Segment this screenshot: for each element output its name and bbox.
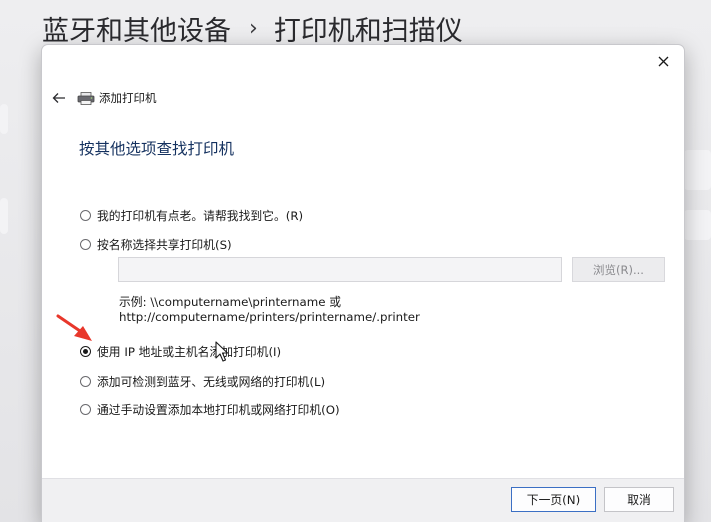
option-old-printer[interactable]: 我的打印机有点老。请帮我找到它。(R) [80,206,303,224]
breadcrumb-current: 打印机和扫描仪 [273,15,463,47]
printer-icon [77,91,95,105]
wizard-title: 添加打印机 [99,91,157,105]
radio-manual-local[interactable] [80,403,91,415]
wizard-nav: 添加打印机 [48,87,157,109]
cancel-button[interactable]: 取消 [604,487,674,512]
option-label: 我的打印机有点老。请帮我找到它。(R) [97,208,304,223]
bg-card-left-2 [0,198,8,234]
mouse-cursor-icon [215,341,229,362]
next-button[interactable]: 下一页(N) [511,487,596,512]
option-bluetooth-wireless[interactable]: 添加可检测到蓝牙、无线或网络的打印机(L) [80,372,325,390]
bg-card-right-1 [684,150,711,190]
option-manual-local[interactable]: 通过手动设置添加本地打印机或网络打印机(O) [80,400,340,418]
option-label: 添加可检测到蓝牙、无线或网络的打印机(L) [97,374,326,389]
radio-shared-by-name[interactable] [80,238,91,250]
radio-ip-hostname[interactable] [80,345,91,357]
example-line-2: http://computername/printers/printername… [119,310,420,324]
red-arrow-annotation [56,314,92,341]
browse-button[interactable]: 浏览(R)... [572,257,665,282]
option-ip-hostname[interactable]: 使用 IP 地址或主机名添加打印机(I) [80,342,281,360]
radio-old-printer[interactable] [80,209,91,221]
shared-printer-name-input[interactable] [118,257,562,282]
radio-bluetooth-wireless[interactable] [80,375,91,387]
bg-card-left-1 [0,104,8,134]
bg-card-right-2 [684,210,711,240]
back-button[interactable] [48,87,70,109]
breadcrumb-separator: › [249,15,258,41]
add-printer-dialog: 添加打印机 按其他选项查找打印机 我的打印机有点老。请帮我找到它。(R) 按名称… [41,44,685,522]
option-label: 通过手动设置添加本地打印机或网络打印机(O) [97,402,340,417]
dialog-footer: 下一页(N) 取消 [42,478,684,522]
page-heading: 按其他选项查找打印机 [79,140,235,158]
close-button[interactable] [650,49,676,73]
option-label: 按名称选择共享打印机(S) [97,237,232,252]
option-shared-by-name[interactable]: 按名称选择共享打印机(S) [80,235,232,253]
example-text: 示例: \\computername\printername 或 http://… [119,295,420,325]
breadcrumb-parent[interactable]: 蓝牙和其他设备 [42,9,231,48]
example-line-1: 示例: \\computername\printername 或 [119,295,342,309]
close-icon [658,56,668,66]
option-label: 使用 IP 地址或主机名添加打印机(I) [97,344,282,359]
back-arrow-icon [52,93,65,103]
